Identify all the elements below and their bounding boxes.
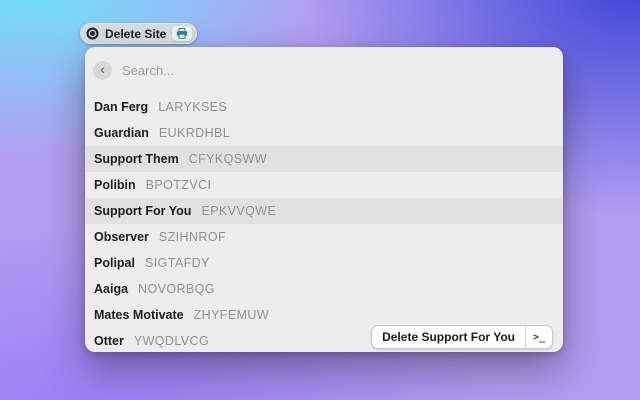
site-name: Support For You [94, 204, 192, 218]
action-button-label: Delete Support For You [382, 330, 515, 344]
search-bar: ‹ [85, 47, 563, 83]
list-item[interactable]: Observer SZIHNROF [85, 224, 563, 250]
site-code: EPKVVQWE [201, 204, 277, 218]
site-name: Polibin [94, 178, 136, 192]
chevron-left-icon: ‹ [100, 61, 105, 77]
list-item[interactable]: Aaiga NOVORBQG [85, 276, 563, 302]
terminal-icon[interactable]: >_ [525, 326, 552, 348]
site-name: Support Them [94, 152, 179, 166]
list-item[interactable]: Polibin BPOTZVCI [85, 172, 563, 198]
site-code: SIGTAFDY [144, 256, 210, 270]
site-code: BPOTZVCI [145, 178, 212, 192]
list-item[interactable]: Polipal SIGTAFDY [85, 250, 563, 276]
back-button[interactable]: ‹ [93, 60, 112, 80]
desktop-background: Delete Site ‹ Dan Ferg LARYKSES Guardian… [0, 0, 640, 400]
site-code: YWQDLVCG [133, 334, 210, 348]
list-item[interactable]: Support For You EPKVVQWE [85, 198, 563, 224]
record-circle-icon [86, 27, 99, 40]
site-name: Otter [94, 334, 124, 348]
site-code: CFYKQSWW [188, 152, 267, 166]
site-name: Polipal [94, 256, 135, 270]
site-list: Dan Ferg LARYKSES Guardian EUKRDHBL Supp… [85, 94, 563, 352]
printer-icon [172, 26, 193, 41]
site-name: Aaiga [94, 282, 129, 296]
site-name: Observer [94, 230, 149, 244]
list-item[interactable]: Support Them CFYKQSWW [85, 146, 563, 172]
site-code: SZIHNROF [158, 230, 226, 244]
delete-site-button[interactable]: Delete Site [80, 23, 198, 44]
site-code: NOVORBQG [138, 282, 215, 296]
site-name: Mates Motivate [94, 308, 184, 322]
list-item[interactable]: Guardian EUKRDHBL [85, 120, 563, 146]
site-code: ZHYFEMUW [193, 308, 270, 322]
delete-support-for-you-button[interactable]: Delete Support For You >_ [371, 325, 553, 349]
site-name: Dan Ferg [94, 100, 149, 114]
list-item[interactable]: Dan Ferg LARYKSES [85, 94, 563, 120]
search-input[interactable] [120, 61, 553, 79]
site-code: LARYKSES [158, 100, 228, 114]
site-code: EUKRDHBL [158, 126, 231, 140]
search-panel: ‹ Dan Ferg LARYKSES Guardian EUKRDHBL Su… [85, 47, 563, 352]
delete-site-label: Delete Site [105, 26, 167, 41]
site-name: Guardian [94, 126, 149, 140]
